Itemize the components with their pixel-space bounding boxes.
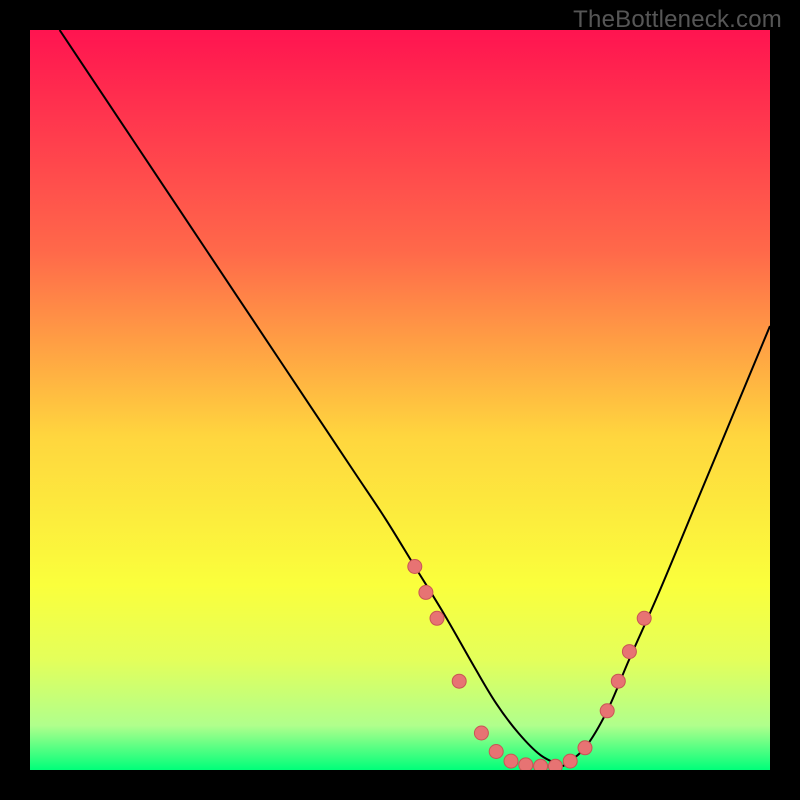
data-marker [419, 585, 433, 599]
data-marker [474, 726, 488, 740]
data-marker [611, 674, 625, 688]
data-marker [489, 745, 503, 759]
data-marker [563, 754, 577, 768]
plot-area [30, 30, 770, 770]
data-marker [622, 645, 636, 659]
watermark-text: TheBottleneck.com [573, 6, 782, 34]
gradient-background [30, 30, 770, 770]
data-marker [408, 560, 422, 574]
data-marker [504, 754, 518, 768]
data-marker [578, 741, 592, 755]
data-marker [519, 758, 533, 770]
data-marker [600, 704, 614, 718]
chart-container: TheBottleneck.com [0, 0, 800, 800]
data-marker [534, 759, 548, 770]
data-marker [430, 611, 444, 625]
data-marker [452, 674, 466, 688]
chart-svg [30, 30, 770, 770]
data-marker [548, 759, 562, 770]
data-marker [637, 611, 651, 625]
